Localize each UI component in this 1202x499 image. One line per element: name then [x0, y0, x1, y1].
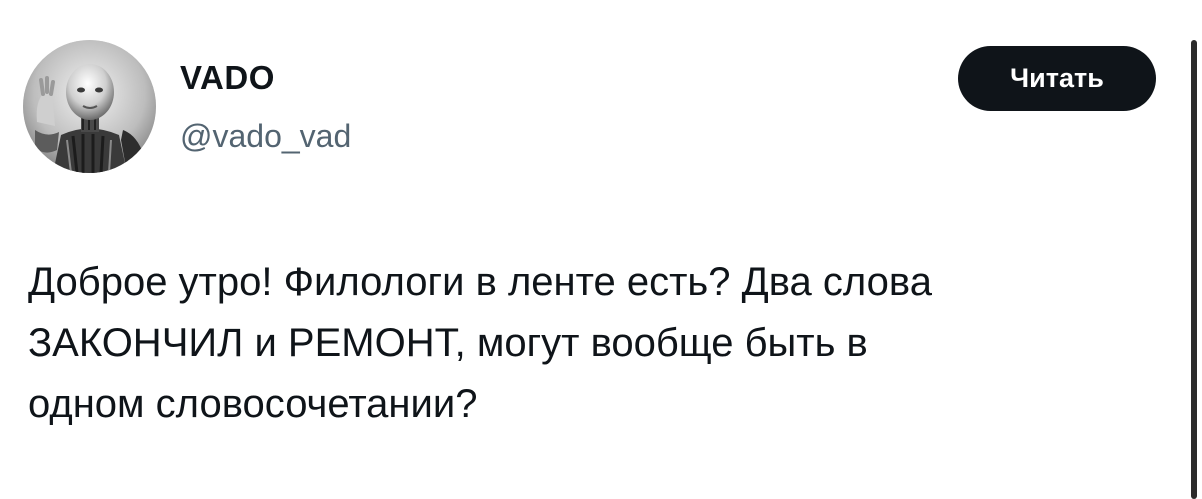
- author-avatar[interactable]: [23, 40, 156, 173]
- tweet-text: Доброе утро! Филологи в ленте есть? Два …: [28, 252, 1188, 435]
- tweet-card: VADO @vado_vad Читать Доброе утро! Филол…: [0, 0, 1202, 499]
- tweet-text-line: Доброе утро! Филологи в ленте есть? Два …: [28, 260, 932, 304]
- robot-avatar-icon: [23, 40, 156, 173]
- tweet-text-line: ЗАКОНЧИЛ и РЕМОНТ, могут вообще быть в: [28, 321, 868, 365]
- author-handle[interactable]: @vado_vad: [180, 116, 351, 156]
- author-display-name[interactable]: VADO: [180, 58, 275, 98]
- tweet-text-line: одном словосочетании?: [28, 382, 478, 426]
- follow-button[interactable]: Читать: [958, 46, 1156, 111]
- scrollbar[interactable]: [1186, 0, 1202, 499]
- scrollbar-thumb[interactable]: [1191, 40, 1197, 499]
